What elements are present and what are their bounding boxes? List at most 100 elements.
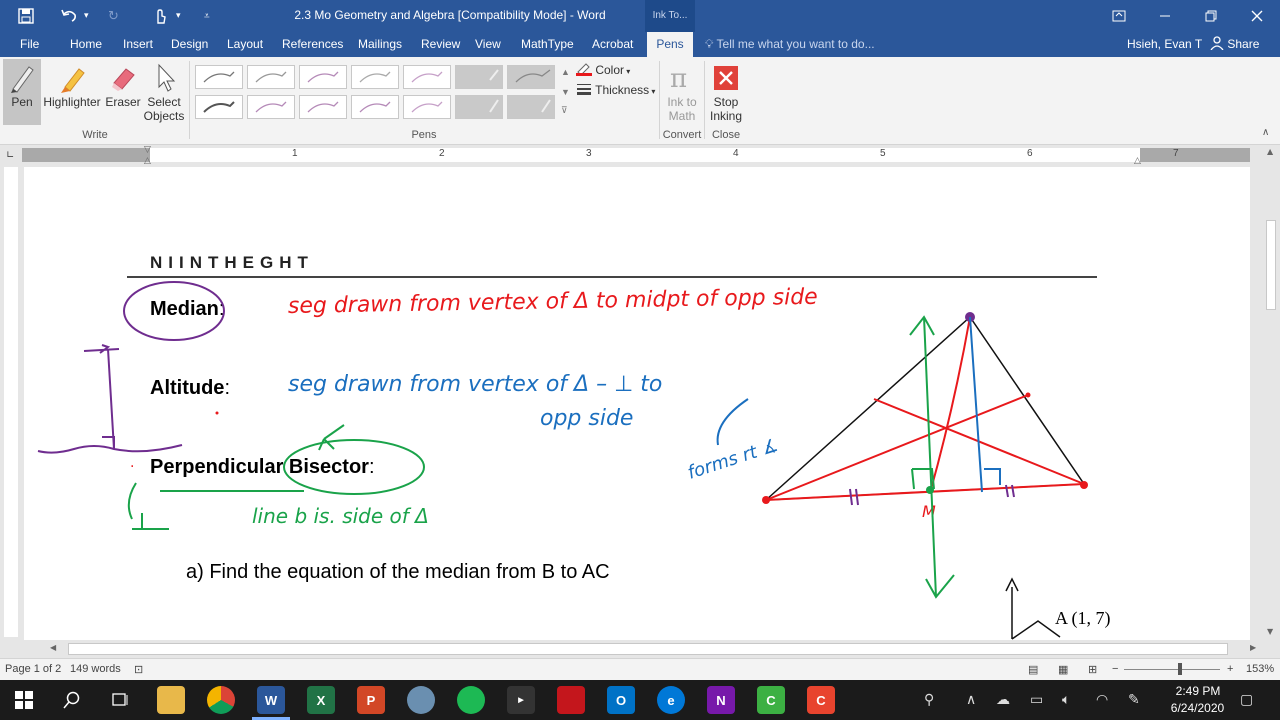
ribbon-display-options-icon[interactable]: [1096, 0, 1142, 32]
color-button[interactable]: Color ▾: [576, 62, 630, 77]
pen-preset-10[interactable]: [299, 95, 347, 119]
web-layout-icon[interactable]: ⊞: [1088, 663, 1097, 676]
tab-review[interactable]: Review: [413, 32, 468, 57]
tab-layout[interactable]: Layout: [219, 32, 271, 57]
camtasia-recorder-icon[interactable]: C: [807, 686, 835, 714]
gallery-more-icon[interactable]: ⊽: [561, 105, 568, 116]
vertical-ruler[interactable]: [0, 167, 22, 637]
gallery-scroll-down-icon[interactable]: ▼: [561, 87, 570, 97]
altitude-line-ink: [969, 316, 1001, 493]
pen-workspace-icon[interactable]: ✎: [1128, 680, 1140, 720]
document-page[interactable]: NIINTHEGHT Median: Altitude: Perpendicul…: [24, 167, 1250, 640]
word-count[interactable]: 149 words: [70, 663, 121, 675]
edge-icon[interactable]: e: [657, 686, 685, 714]
user-account-name[interactable]: Hsieh, Evan T: [1127, 32, 1202, 57]
pen-preset-6[interactable]: [455, 65, 503, 89]
camtasia-icon[interactable]: C: [757, 686, 785, 714]
gallery-scroll-up-icon[interactable]: ▲: [561, 67, 570, 77]
tab-stop-selector[interactable]: ∟: [6, 150, 14, 161]
tab-pens[interactable]: Pens: [647, 32, 693, 57]
tab-references[interactable]: References: [274, 32, 351, 57]
powerpoint-icon[interactable]: P: [357, 686, 385, 714]
pen-preset-2[interactable]: [247, 65, 295, 89]
tab-file[interactable]: File: [12, 32, 47, 57]
battery-icon[interactable]: ▭: [1030, 680, 1043, 720]
search-icon[interactable]: [58, 686, 86, 714]
pen-preset-4[interactable]: [351, 65, 399, 89]
pen-preset-8[interactable]: [195, 95, 243, 119]
zoom-slider[interactable]: [1124, 669, 1220, 670]
scroll-left-icon[interactable]: ◀: [50, 643, 56, 652]
tab-mailings[interactable]: Mailings: [350, 32, 410, 57]
restore-icon[interactable]: [1188, 0, 1234, 32]
scroll-right-icon[interactable]: ▶: [1250, 643, 1256, 652]
show-hidden-icons-icon[interactable]: ∧: [966, 680, 976, 720]
vertical-scroll-thumb[interactable]: [1266, 220, 1276, 310]
onenote-icon[interactable]: N: [707, 686, 735, 714]
horizontal-scroll-thumb[interactable]: [68, 643, 1228, 655]
tab-acrobat[interactable]: Acrobat: [584, 32, 641, 57]
highlighter-button[interactable]: Highlighter: [43, 59, 101, 125]
outlook-icon[interactable]: O: [607, 686, 635, 714]
excel-icon[interactable]: X: [307, 686, 335, 714]
thickness-button[interactable]: Thickness ▾: [576, 83, 655, 97]
pen-button[interactable]: Pen: [3, 59, 41, 125]
scroll-up-icon[interactable]: ▲: [1267, 147, 1273, 156]
zoom-in-icon[interactable]: +: [1227, 663, 1233, 675]
share-button[interactable]: Share: [1210, 32, 1259, 57]
spotify-icon[interactable]: [457, 686, 485, 714]
live-tv-icon[interactable]: [557, 686, 585, 714]
app-globe-icon[interactable]: [407, 686, 435, 714]
file-explorer-icon[interactable]: [157, 686, 185, 714]
tab-mathtype[interactable]: MathType: [513, 32, 582, 57]
scroll-down-icon[interactable]: ▼: [1267, 627, 1273, 636]
word-icon[interactable]: W: [257, 686, 285, 714]
pen-preset-1[interactable]: [195, 65, 243, 89]
pen-preset-9[interactable]: [247, 95, 295, 119]
first-line-indent-marker[interactable]: ▽: [144, 145, 151, 155]
read-mode-icon[interactable]: ▤: [1028, 663, 1038, 676]
pen-preset-7[interactable]: [507, 65, 555, 89]
wifi-icon[interactable]: ◠: [1096, 680, 1108, 720]
vertical-scrollbar[interactable]: ▲ ▼: [1262, 145, 1280, 640]
group-separator: [659, 61, 660, 139]
stop-inking-button[interactable]: Stop Inking: [706, 59, 746, 125]
tab-view[interactable]: View: [467, 32, 509, 57]
pen-preset-12[interactable]: [403, 95, 451, 119]
people-icon[interactable]: ⚲: [924, 680, 934, 720]
free-movies-icon[interactable]: ▶︎: [507, 686, 535, 714]
clock-date[interactable]: 6/24/2020: [1160, 701, 1235, 715]
ink-to-math-button[interactable]: π Ink to Math: [663, 59, 701, 125]
volume-icon[interactable]: 🔈︎: [1062, 680, 1070, 720]
windows-start-icon[interactable]: [10, 686, 38, 714]
eraser-button[interactable]: Eraser: [104, 59, 142, 125]
zoom-slider-thumb[interactable]: [1178, 663, 1182, 675]
tab-home[interactable]: Home: [62, 32, 110, 57]
minimize-icon[interactable]: [1142, 0, 1188, 32]
select-objects-button[interactable]: Select Objects: [142, 59, 186, 125]
horizontal-ruler[interactable]: ∟ 1 2 3 4 5 6 7 ▽ △ △: [0, 145, 1280, 167]
pen-preset-14[interactable]: [507, 95, 555, 119]
pen-preset-5[interactable]: [403, 65, 451, 89]
collapse-ribbon-icon[interactable]: ∧: [1262, 127, 1269, 138]
clock-time[interactable]: 2:49 PM: [1168, 684, 1228, 698]
proofing-icon[interactable]: ⊡: [134, 663, 143, 676]
chrome-icon[interactable]: [207, 686, 235, 714]
pen-preset-11[interactable]: [351, 95, 399, 119]
task-view-icon[interactable]: [106, 686, 134, 714]
tab-design[interactable]: Design: [163, 32, 216, 57]
hanging-indent-marker[interactable]: △: [144, 156, 151, 166]
pen-preset-13[interactable]: [455, 95, 503, 119]
action-center-icon[interactable]: ▢: [1240, 680, 1253, 720]
horizontal-scrollbar[interactable]: ◀ ▶: [0, 640, 1280, 658]
close-window-icon[interactable]: [1234, 0, 1280, 32]
pen-preset-3[interactable]: [299, 65, 347, 89]
print-layout-icon[interactable]: ▦: [1058, 663, 1068, 676]
tell-me-search[interactable]: 💡︎ Tell me what you want to do...: [705, 32, 875, 57]
right-indent-marker[interactable]: △: [1134, 156, 1141, 166]
onedrive-icon[interactable]: ☁: [996, 680, 1010, 720]
zoom-level[interactable]: 153%: [1246, 663, 1274, 675]
tab-insert[interactable]: Insert: [115, 32, 161, 57]
page-count[interactable]: Page 1 of 2: [5, 663, 61, 675]
zoom-out-icon[interactable]: −: [1112, 663, 1118, 675]
